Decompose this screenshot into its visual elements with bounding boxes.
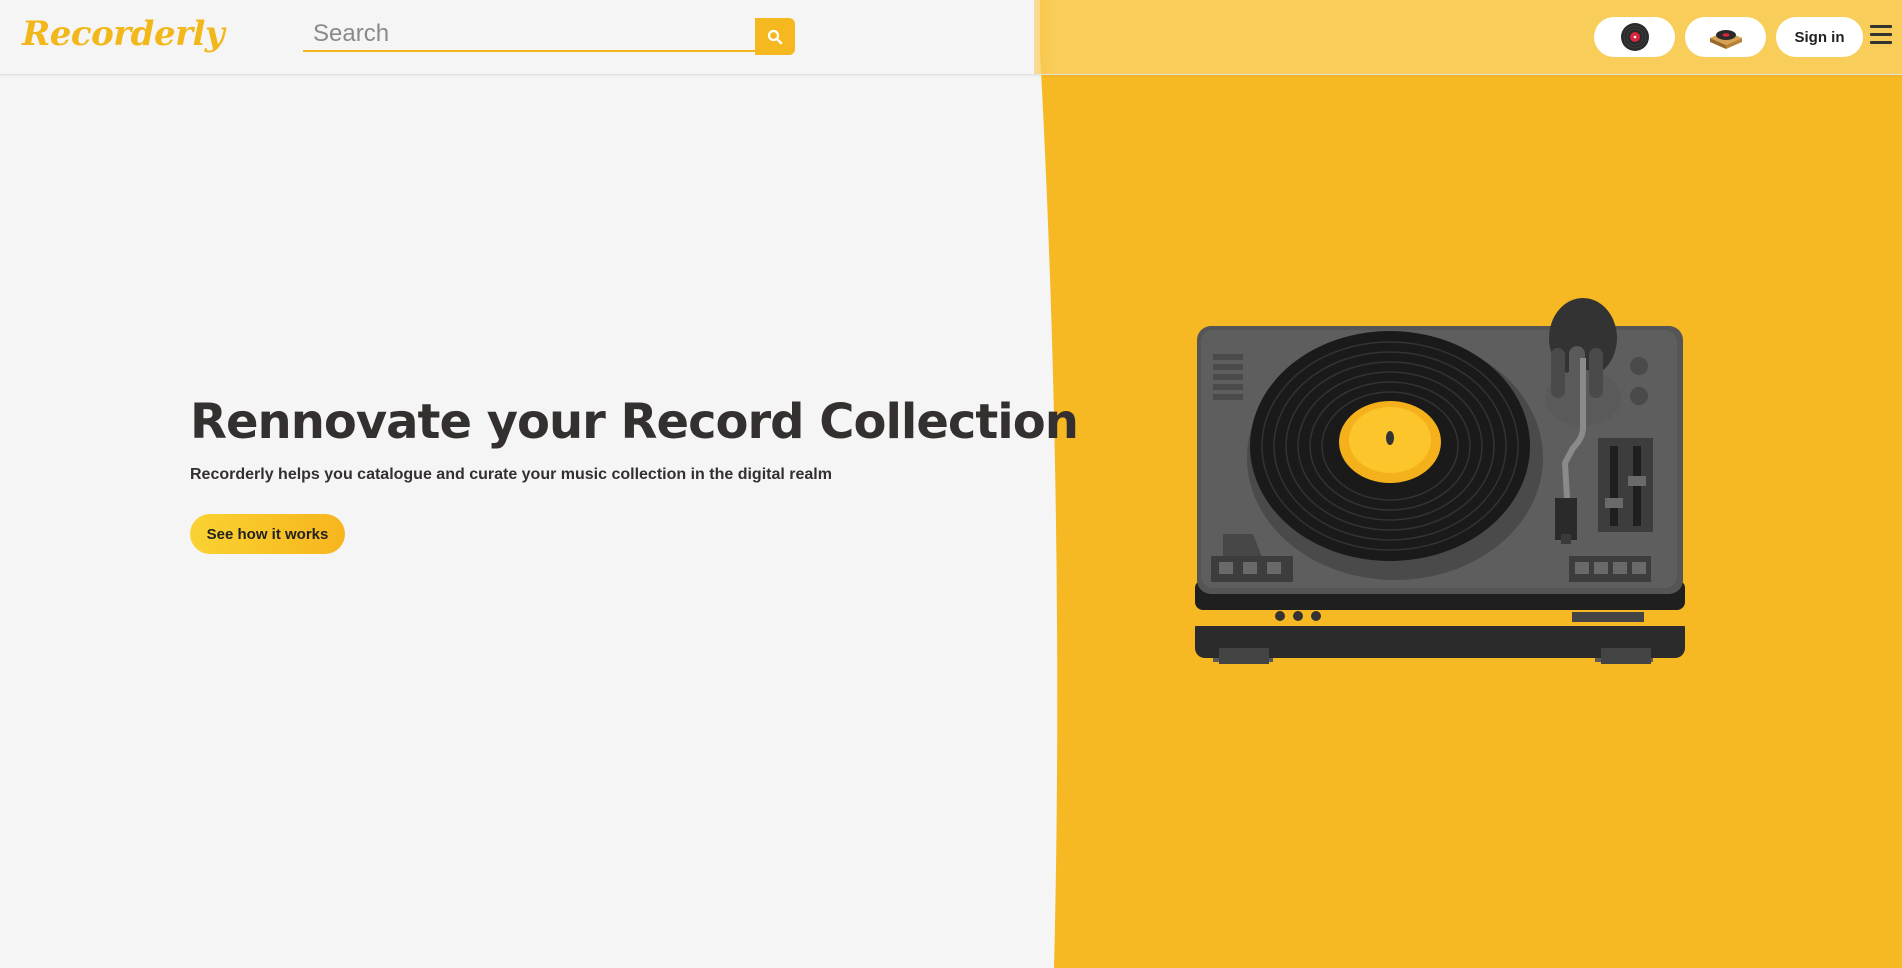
hero-section: Rennovate your Record Collection Recorde… bbox=[190, 394, 1079, 554]
brand-logo[interactable]: Recorderly bbox=[22, 14, 225, 54]
hero-subtitle: Recorderly helps you catalogue and curat… bbox=[190, 466, 832, 483]
records-nav-button[interactable] bbox=[1594, 17, 1675, 57]
search-input[interactable] bbox=[303, 18, 755, 52]
top-navigation-bar: Recorderly Search Sign in bbox=[0, 0, 1902, 75]
turntable-icon bbox=[1709, 30, 1742, 49]
menu-bar bbox=[1870, 25, 1892, 28]
hero-title: Rennovate your Record Collection bbox=[190, 394, 1079, 450]
page: Recorderly Search Sign in Rennovate your… bbox=[0, 0, 1902, 968]
header-right-section bbox=[1034, 0, 1902, 74]
turntable-illustration bbox=[1195, 298, 1685, 664]
turntables-nav-button[interactable] bbox=[1685, 17, 1766, 57]
vinyl-record-icon bbox=[1620, 23, 1649, 51]
sign-in-button[interactable]: Sign in bbox=[1776, 17, 1863, 57]
search-bar bbox=[303, 18, 795, 56]
hamburger-menu-button[interactable] bbox=[1870, 25, 1894, 49]
menu-bar bbox=[1870, 41, 1892, 44]
menu-bar bbox=[1870, 33, 1892, 36]
search-button[interactable] bbox=[755, 18, 795, 55]
see-how-it-works-button[interactable]: See how it works bbox=[190, 514, 345, 554]
search-icon bbox=[767, 29, 783, 44]
